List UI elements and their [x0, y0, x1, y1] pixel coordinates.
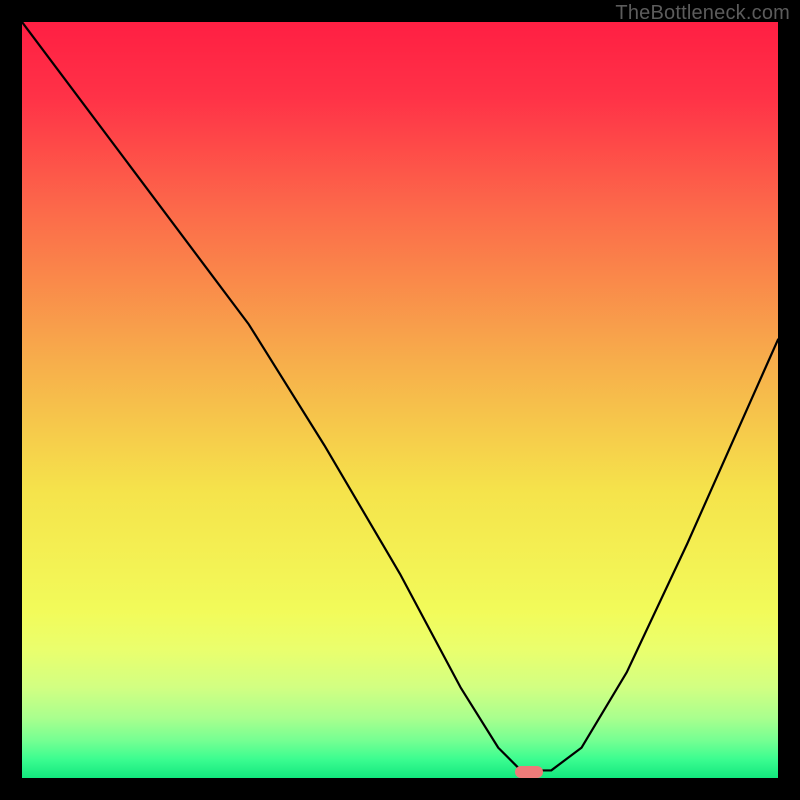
bottleneck-curve	[22, 22, 778, 778]
plot-area	[22, 22, 778, 778]
optimal-marker	[515, 766, 543, 778]
watermark-text: TheBottleneck.com	[615, 2, 790, 25]
chart-frame: TheBottleneck.com	[0, 0, 800, 800]
